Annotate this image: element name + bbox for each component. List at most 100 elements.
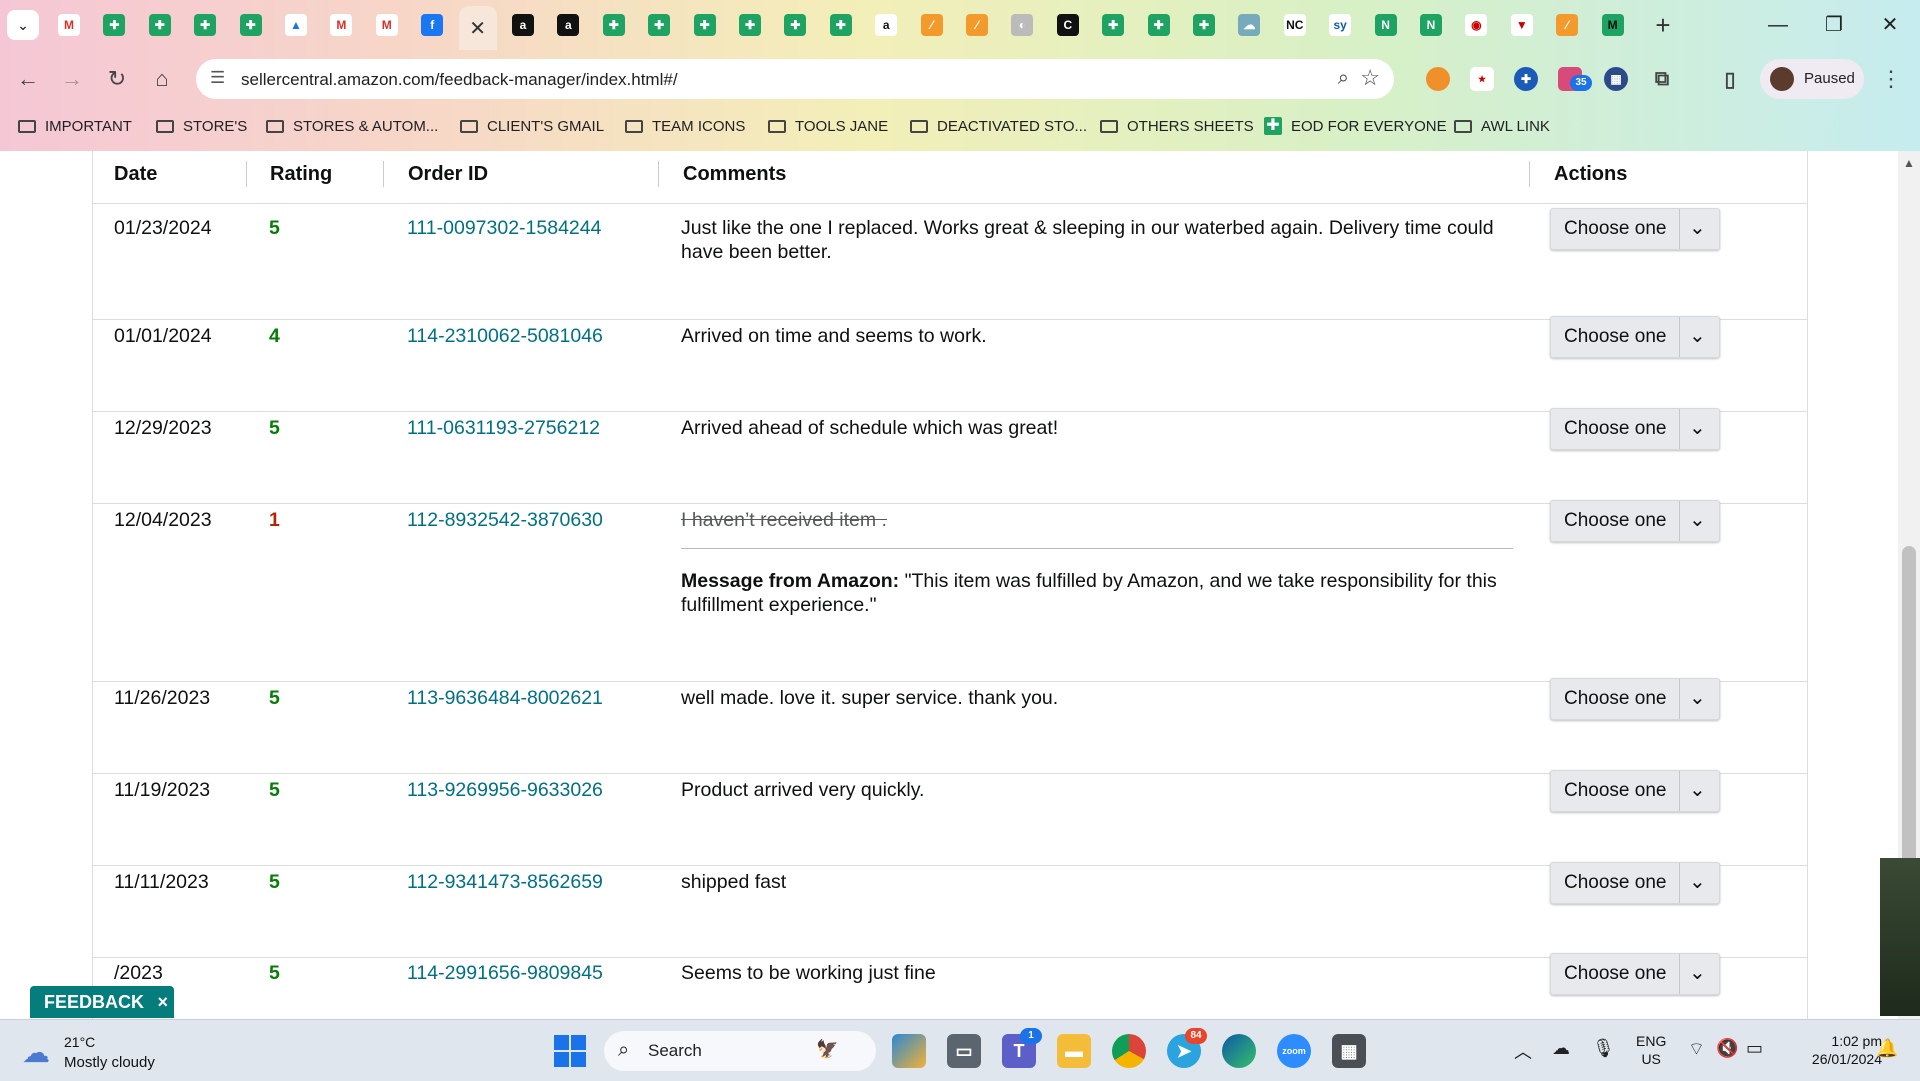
browser-tab[interactable]: ▲ xyxy=(277,8,315,42)
browser-tab[interactable]: M xyxy=(368,8,406,42)
browser-tab[interactable]: a xyxy=(549,8,587,42)
minimize-button[interactable]: — xyxy=(1758,10,1798,40)
bookmark-item[interactable]: OTHERS SHEETS xyxy=(1100,115,1254,137)
browser-tab[interactable]: ◐ xyxy=(1003,8,1041,42)
browser-tab[interactable]: ▼ xyxy=(1503,8,1541,42)
forward-button[interactable]: → xyxy=(56,63,88,95)
extension-icon[interactable]: ▦ xyxy=(1604,67,1628,91)
browser-tab[interactable]: N xyxy=(1367,8,1405,42)
close-window-button[interactable]: ✕ xyxy=(1870,10,1910,40)
actions-dropdown[interactable]: Choose one ⌄ xyxy=(1550,316,1720,358)
reload-button[interactable]: ↻ xyxy=(101,63,133,95)
actions-dropdown[interactable]: Choose one ⌄ xyxy=(1550,408,1720,450)
system-clock[interactable]: 1:02 pm 26/01/2024 xyxy=(1782,1032,1882,1068)
side-panel-icon[interactable]: ▯ xyxy=(1718,67,1742,91)
browser-tab[interactable]: ☁ xyxy=(1230,8,1268,42)
actions-dropdown[interactable]: Choose one ⌄ xyxy=(1550,208,1720,250)
microphone-icon[interactable]: 🎙 xyxy=(1592,1038,1615,1059)
address-bar[interactable]: ☰ sellercentral.amazon.com/feedback-mana… xyxy=(196,59,1394,99)
browser-tab[interactable]: N xyxy=(1412,8,1450,42)
bookmark-item[interactable]: TOOLS JANE xyxy=(768,115,888,137)
browser-tab[interactable]: NC xyxy=(1276,8,1314,42)
order-id-link[interactable]: 114-2310062-5081046 xyxy=(407,324,603,348)
profile-button[interactable]: Paused xyxy=(1760,59,1864,99)
browser-tab[interactable]: ✚ xyxy=(822,8,860,42)
puzzle-icon[interactable]: ⧉ xyxy=(1650,67,1674,91)
chevron-up-icon[interactable]: ︿ xyxy=(1514,1038,1532,1064)
header-order-id[interactable]: Order ID xyxy=(408,163,488,186)
browser-tab[interactable]: ✚ xyxy=(731,8,769,42)
actions-dropdown[interactable]: Choose one ⌄ xyxy=(1550,953,1720,995)
actions-dropdown[interactable]: Choose one ⌄ xyxy=(1550,770,1720,812)
site-info-icon[interactable]: ☰ xyxy=(210,68,225,88)
bookmark-item[interactable]: CLIENT'S GMAIL xyxy=(460,115,604,137)
browser-tab[interactable]: ✚ xyxy=(1140,8,1178,42)
browser-tab[interactable]: ✕ xyxy=(458,6,497,50)
chrome-icon[interactable] xyxy=(1112,1034,1146,1068)
bookmark-item[interactable]: ✚ EOD FOR EVERYONE xyxy=(1264,115,1447,137)
browser-tab[interactable]: ◉ xyxy=(1457,8,1495,42)
browser-tab[interactable]: ⁄ xyxy=(1548,8,1586,42)
browser-tab[interactable]: f xyxy=(413,8,451,42)
browser-tab[interactable]: a xyxy=(867,8,905,42)
browser-tab[interactable]: ⁄ xyxy=(958,8,996,42)
browser-tab[interactable]: ⁄ xyxy=(913,8,951,42)
onedrive-icon[interactable]: ☁ xyxy=(1552,1038,1570,1059)
extension-badge-icon[interactable]: 35 xyxy=(1558,67,1592,91)
calculator-icon[interactable]: ▦ xyxy=(1332,1034,1366,1068)
weather-widget[interactable]: ☁ 21°C Mostly cloudy xyxy=(18,1030,168,1074)
bookmark-item[interactable]: STORES & AUTOM... xyxy=(266,115,438,137)
actions-dropdown[interactable]: Choose one ⌄ xyxy=(1550,500,1720,542)
browser-tab[interactable]: C xyxy=(1049,8,1087,42)
browser-tab[interactable]: M xyxy=(50,8,88,42)
browser-tab[interactable]: ✚ xyxy=(1094,8,1132,42)
language-indicator[interactable]: ENG US xyxy=(1636,1032,1666,1068)
extension-icon[interactable] xyxy=(1426,67,1450,91)
order-id-link[interactable]: 111-0631193-2756212 xyxy=(407,416,600,440)
feedback-tab[interactable]: FEEDBACK × xyxy=(30,986,174,1018)
notification-bell-icon[interactable]: 🔔 xyxy=(1876,1038,1898,1059)
start-button[interactable] xyxy=(554,1035,586,1067)
extension-icon[interactable]: ★ xyxy=(1470,67,1494,91)
bookmark-item[interactable]: TEAM ICONS xyxy=(625,115,745,137)
bookmark-item[interactable]: DEACTIVATED STO... xyxy=(910,115,1087,137)
zoom-icon[interactable]: ⌕ xyxy=(1338,67,1349,90)
actions-dropdown[interactable]: Choose one ⌄ xyxy=(1550,678,1720,720)
menu-kebab-icon[interactable]: ⋮ xyxy=(1880,63,1902,95)
bookmark-star-icon[interactable]: ☆ xyxy=(1360,65,1380,91)
browser-tab[interactable]: a xyxy=(504,8,542,42)
browser-tab[interactable]: ✚ xyxy=(186,8,224,42)
browser-tab[interactable]: sy xyxy=(1321,8,1359,42)
scroll-up-icon[interactable]: ▲ xyxy=(1903,156,1915,170)
order-id-link[interactable]: 114-2991656-9809845 xyxy=(407,961,603,985)
order-id-link[interactable]: 111-0097302-1584244 xyxy=(407,216,601,240)
wifi-icon[interactable]: ⌔ xyxy=(1688,1038,1705,1061)
tab-search-button[interactable]: ⌄ xyxy=(7,10,39,40)
browser-tab[interactable]: ✚ xyxy=(232,8,270,42)
bookmark-item[interactable]: AWL LINK xyxy=(1454,115,1550,137)
order-id-link[interactable]: 112-9341473-8562659 xyxy=(407,870,603,894)
browser-tab[interactable]: ✚ xyxy=(595,8,633,42)
task-view-icon[interactable]: ▭ xyxy=(947,1034,981,1068)
bookmark-item[interactable]: STORE'S xyxy=(156,115,247,137)
restore-button[interactable]: ❐ xyxy=(1814,10,1854,40)
close-icon[interactable]: × xyxy=(157,986,168,1018)
new-tab-button[interactable]: + xyxy=(1648,12,1678,38)
extension-icon[interactable]: ✚ xyxy=(1514,67,1538,91)
order-id-link[interactable]: 113-9269956-9633026 xyxy=(407,778,603,802)
battery-icon[interactable]: ▭ xyxy=(1746,1038,1763,1059)
browser-tab[interactable]: ✚ xyxy=(640,8,678,42)
back-button[interactable]: ← xyxy=(12,63,44,95)
edge-icon[interactable] xyxy=(1222,1034,1256,1068)
actions-dropdown[interactable]: Choose one ⌄ xyxy=(1550,862,1720,904)
order-id-link[interactable]: 113-9636484-8002621 xyxy=(407,686,603,710)
speaker-muted-icon[interactable]: 🔇 xyxy=(1716,1038,1738,1059)
close-icon[interactable]: ✕ xyxy=(467,17,489,40)
file-explorer-icon[interactable]: ▬ xyxy=(1057,1034,1091,1068)
header-date[interactable]: Date xyxy=(114,163,157,186)
zoom-app-icon[interactable]: zoom xyxy=(1277,1034,1311,1068)
browser-tab[interactable]: ✚ xyxy=(141,8,179,42)
taskbar-search[interactable]: ⌕ Search 🦅 xyxy=(604,1031,876,1071)
browser-tab[interactable]: M xyxy=(1594,8,1632,42)
telegram-icon[interactable]: ➤ 84 xyxy=(1167,1028,1207,1068)
